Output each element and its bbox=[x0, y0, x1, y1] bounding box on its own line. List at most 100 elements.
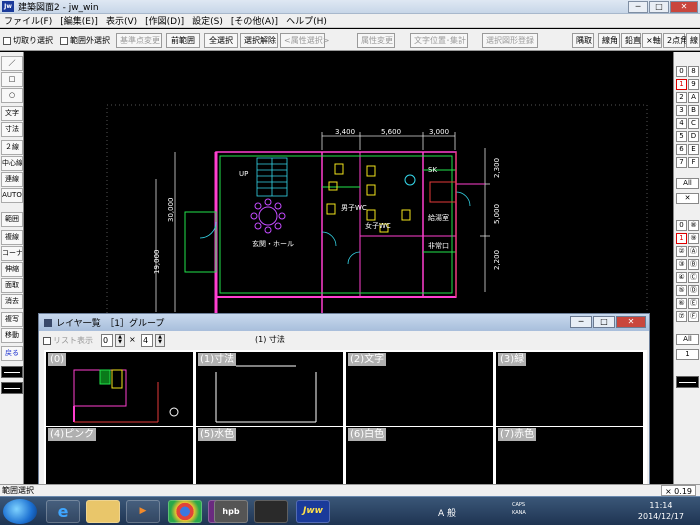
group-f[interactable]: Ⓕ bbox=[688, 311, 699, 322]
start-button[interactable] bbox=[3, 499, 37, 524]
layer-9[interactable]: 9 bbox=[688, 79, 699, 90]
layer-7[interactable]: 7 bbox=[676, 157, 687, 168]
group-all-button[interactable]: All bbox=[676, 334, 699, 345]
ime-indicator[interactable]: A 般 bbox=[438, 506, 456, 519]
layer-panel-3[interactable]: (3)緑 bbox=[495, 351, 644, 438]
layer-5[interactable]: 5 bbox=[676, 131, 687, 142]
group-c[interactable]: Ⓒ bbox=[688, 272, 699, 283]
tool-copy[interactable]: 複写 bbox=[1, 312, 23, 327]
menu-draw[interactable]: [作図(D)] bbox=[141, 14, 188, 27]
layer-4[interactable]: 4 bbox=[676, 118, 687, 129]
chrome-icon[interactable] bbox=[168, 500, 202, 523]
layer-panel-2[interactable]: (2)文字 bbox=[345, 351, 494, 438]
select-all-button[interactable]: 全選択 bbox=[204, 33, 238, 48]
list-view-checkbox[interactable]: リスト表示 bbox=[43, 334, 93, 347]
group-2[interactable]: ② bbox=[676, 246, 687, 257]
ie-icon[interactable]: e bbox=[46, 500, 80, 523]
corner-button[interactable]: 隅取 bbox=[572, 33, 594, 48]
group-d[interactable]: Ⓓ bbox=[688, 285, 699, 296]
tool-stretch[interactable]: 伸縮 bbox=[1, 262, 23, 277]
cut-select-checkbox[interactable]: 切取り選択 bbox=[3, 33, 53, 48]
dialog-maximize-button[interactable]: □ bbox=[593, 316, 615, 328]
dialog-title-bar[interactable]: レイヤ一覧 ［1］グループ ─ □ ✕ bbox=[39, 314, 649, 331]
attr-change-button[interactable]: 属性変更 bbox=[357, 33, 395, 48]
group-6[interactable]: ⑥ bbox=[676, 298, 687, 309]
group-7[interactable]: ⑦ bbox=[676, 311, 687, 322]
tool-chamfer[interactable]: 面取 bbox=[1, 278, 23, 293]
menu-other[interactable]: [その他(A)] bbox=[227, 14, 282, 27]
group-b[interactable]: Ⓑ bbox=[688, 259, 699, 270]
layer-panel-0[interactable]: (0) bbox=[44, 350, 195, 439]
maximize-button[interactable]: □ bbox=[649, 1, 669, 13]
media-player-icon[interactable]: ▶ bbox=[126, 500, 160, 523]
outside-select-checkbox[interactable]: 範囲外選択 bbox=[60, 33, 110, 48]
dialog-minimize-button[interactable]: ─ bbox=[570, 316, 592, 328]
layer-f[interactable]: F bbox=[688, 157, 699, 168]
jww-icon[interactable]: Jww bbox=[296, 500, 330, 523]
layer-3[interactable]: 3 bbox=[676, 105, 687, 116]
rows-spinner[interactable]: 4 bbox=[141, 334, 153, 347]
dialog-close-button[interactable]: ✕ bbox=[616, 316, 646, 328]
group-9[interactable]: ⑨ bbox=[688, 233, 699, 244]
tool-erase[interactable]: 消去 bbox=[1, 294, 23, 309]
tool-offset[interactable]: 複線 bbox=[1, 230, 23, 245]
attr-select-button[interactable]: <属性選択> bbox=[280, 33, 329, 48]
layer-8[interactable]: 8 bbox=[688, 66, 699, 77]
tool-double-line[interactable]: ２線 bbox=[1, 140, 23, 155]
tool-dimension[interactable]: 寸法 bbox=[1, 122, 23, 137]
layer-6[interactable]: 6 bbox=[676, 144, 687, 155]
tool-range[interactable]: 範囲 bbox=[1, 212, 23, 227]
tool-corner[interactable]: コーナー bbox=[1, 246, 23, 261]
explorer-icon[interactable] bbox=[86, 500, 120, 523]
register-shape-button[interactable]: 選択図形登録 bbox=[482, 33, 538, 48]
spinner-arrows-icon[interactable]: ▲ ▼ bbox=[115, 334, 125, 347]
vertical-button[interactable]: 鉛直 bbox=[621, 33, 641, 48]
tool-move[interactable]: 移動 bbox=[1, 328, 23, 343]
layer-panel-1[interactable]: (1)寸法 bbox=[195, 351, 344, 438]
layer-e[interactable]: E bbox=[688, 144, 699, 155]
tool-continuous-line[interactable]: 連線 bbox=[1, 172, 23, 187]
x-axis-button[interactable]: ×軸 bbox=[642, 33, 662, 48]
layer-b[interactable]: B bbox=[688, 105, 699, 116]
group-8[interactable]: ⑧ bbox=[688, 220, 699, 231]
text-position-button[interactable]: 文字位置･集計 bbox=[410, 33, 468, 48]
layer-1[interactable]: 1 bbox=[676, 79, 687, 90]
menu-edit[interactable]: [編集(E)] bbox=[56, 14, 102, 27]
menu-help[interactable]: ヘルプ(H) bbox=[282, 14, 331, 27]
tool-text[interactable]: 文字 bbox=[1, 106, 23, 121]
tool-undo[interactable]: 戻る bbox=[1, 346, 23, 361]
deselect-button[interactable]: 選択解除 bbox=[240, 33, 278, 48]
line-type-swatch[interactable] bbox=[1, 366, 23, 378]
hpb-icon[interactable]: hpb bbox=[214, 500, 248, 523]
tool-rectangle[interactable]: □ bbox=[1, 72, 23, 87]
group-number[interactable]: 1 bbox=[676, 349, 699, 360]
group-1[interactable]: 1 bbox=[676, 233, 687, 244]
spinner-arrows-icon[interactable]: ▲ ▼ bbox=[155, 334, 165, 347]
prev-range-button[interactable]: 前範囲 bbox=[166, 33, 200, 48]
line-button[interactable]: 線 bbox=[686, 33, 700, 48]
base-change-button[interactable]: 基準点変更 bbox=[116, 33, 162, 48]
color-swatch[interactable] bbox=[676, 376, 699, 388]
clock[interactable]: 11:14 2014/12/17 bbox=[638, 500, 684, 522]
paint-icon[interactable] bbox=[254, 500, 288, 523]
columns-spinner[interactable]: 0 bbox=[101, 334, 113, 347]
tool-center-line[interactable]: 中心線 bbox=[1, 156, 23, 171]
group-5[interactable]: ⑤ bbox=[676, 285, 687, 296]
close-button[interactable]: ✕ bbox=[670, 1, 698, 13]
layer-x-button[interactable]: ✕ bbox=[676, 193, 699, 204]
layer-d[interactable]: D bbox=[688, 131, 699, 142]
tool-line[interactable]: ／ bbox=[1, 56, 23, 71]
layer-a[interactable]: A bbox=[688, 92, 699, 103]
minimize-button[interactable]: ─ bbox=[628, 1, 648, 13]
menu-settings[interactable]: 設定(S) bbox=[188, 14, 227, 27]
layer-2[interactable]: 2 bbox=[676, 92, 687, 103]
line-angle-button[interactable]: 線角 bbox=[598, 33, 620, 48]
layer-all-button[interactable]: All bbox=[676, 178, 699, 189]
group-a[interactable]: Ⓐ bbox=[688, 246, 699, 257]
menu-file[interactable]: ファイル(F) bbox=[0, 14, 56, 27]
two-point-angle-button[interactable]: 2点角 bbox=[663, 33, 688, 48]
group-e[interactable]: Ⓔ bbox=[688, 298, 699, 309]
group-4[interactable]: ④ bbox=[676, 272, 687, 283]
tool-auto[interactable]: AUTO bbox=[1, 188, 23, 203]
group-0[interactable]: 0 bbox=[676, 220, 687, 231]
